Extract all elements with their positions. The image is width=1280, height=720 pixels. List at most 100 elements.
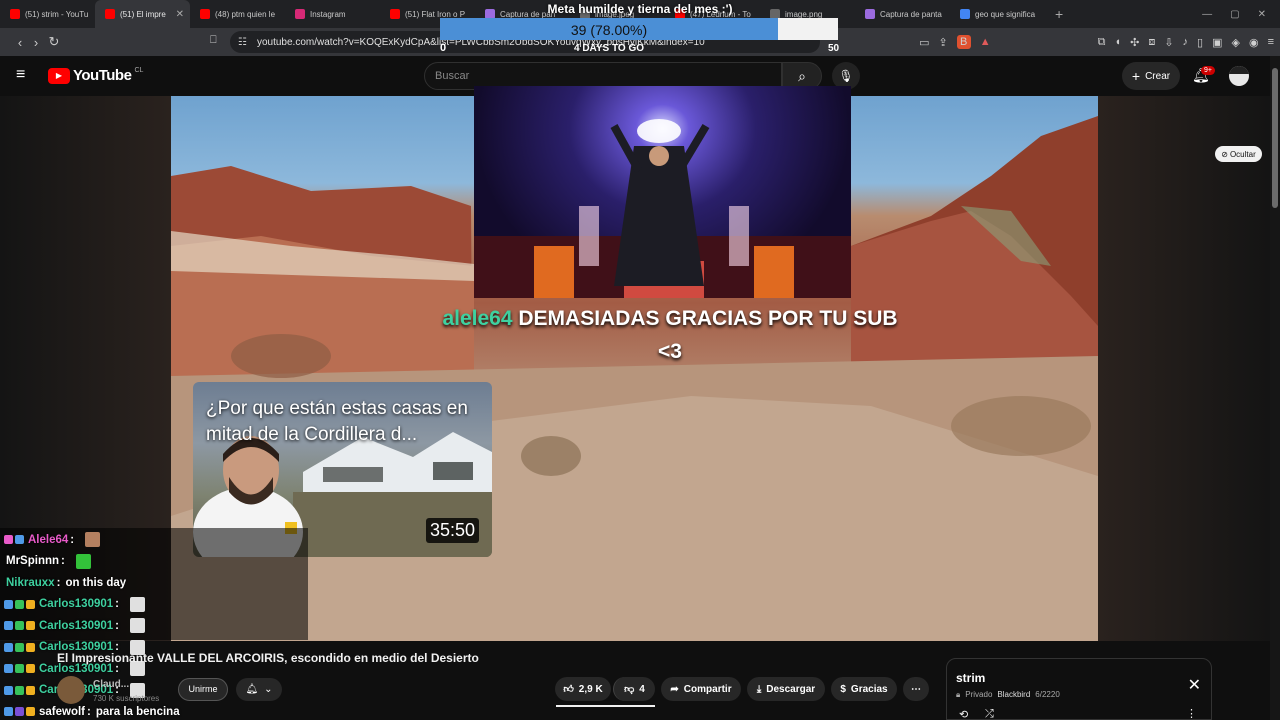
chat-separator: : — [115, 619, 120, 632]
subscription-bell-button[interactable]: 🔔︎ ⌄ — [236, 678, 282, 701]
close-tab-icon[interactable]: ✕ — [176, 9, 184, 20]
browser-tab[interactable]: Instagram — [285, 0, 380, 28]
chat-badge-icon — [26, 707, 35, 716]
chat-username[interactable]: Carlos130901 — [39, 620, 113, 632]
browser-tab[interactable]: geo que significa — [950, 0, 1045, 28]
ambient-right — [1098, 96, 1270, 641]
channel-name[interactable]: Claud... — [93, 679, 129, 690]
maximize-icon[interactable]: ▢ — [1230, 9, 1239, 20]
download-icon[interactable]: ⇩ — [1164, 36, 1173, 49]
scrollbar-thumb[interactable] — [1272, 68, 1278, 208]
chat-badge-icon — [4, 621, 13, 630]
playlist-info: 🔒︎ Privado Blackbird 6/2220 — [956, 690, 1060, 700]
thanks-label: Gracias — [850, 683, 888, 695]
create-button[interactable]: + Crear — [1122, 62, 1180, 90]
extension-icon[interactable]: ✣ — [1130, 36, 1139, 49]
alert-heart: <3 — [658, 340, 682, 363]
chat-badge-icon — [15, 642, 24, 652]
tab-title: (51) strim - YouTu — [25, 9, 89, 19]
youtube-icon — [10, 9, 20, 19]
chat-username[interactable]: Carlos130901 — [39, 598, 113, 610]
goal-max: 50 — [828, 43, 840, 54]
channel-avatar[interactable] — [57, 676, 85, 704]
tab-title: (51) El impre — [120, 9, 166, 19]
chat-badge-icon — [15, 535, 24, 544]
like-button[interactable]: 👍︎ 2,9 K — [555, 677, 611, 701]
playlist-privacy: Privado — [965, 690, 993, 699]
chat-username[interactable]: MrSpinnn — [6, 555, 59, 567]
vpn-icon[interactable]: ◈ — [1232, 36, 1240, 49]
sidebar-icon[interactable]: ▯ — [1197, 36, 1203, 49]
chat-badge-icon — [26, 685, 35, 695]
menu-icon[interactable]: ≡ — [1268, 36, 1274, 48]
chat-separator: : — [70, 533, 75, 546]
new-tab-button[interactable]: + — [1045, 6, 1073, 22]
puzzle-icon[interactable]: ⧈ — [1148, 36, 1155, 49]
share-label: Compartir — [683, 683, 732, 695]
rewards-icon[interactable]: ▲ — [980, 36, 991, 48]
chat-message: Carlos130901 : — [4, 615, 146, 636]
page-scrollbar[interactable] — [1270, 56, 1280, 720]
subscriber-count: 730 K suscriptores — [93, 694, 160, 703]
profile-icon[interactable]: ◉ — [1249, 36, 1259, 49]
thanks-button[interactable]: $ Gracias — [831, 677, 897, 701]
site-settings-icon[interactable]: ☷ — [238, 37, 247, 48]
translate-icon[interactable]: ⧉ — [1098, 36, 1106, 49]
goal-title: Meta humilde y tierna del mes :') — [547, 2, 733, 16]
user-avatar[interactable] — [1229, 66, 1249, 86]
close-icon[interactable]: ✕ — [1188, 675, 1201, 695]
bookmark-icon[interactable]: ⎕ — [210, 34, 217, 47]
chat-badge-icon — [26, 599, 35, 609]
video-title: El Impresionante VALLE DEL ARCOIRIS, esc… — [57, 651, 479, 665]
loop-icon[interactable]: ⟲ — [959, 708, 968, 720]
chat-badge-icon — [26, 642, 35, 652]
extensions-area: ▭ ⇪ B ▲ ⧉ ◖ ✣ ⧈ ⇩ ♪ ▯ ▣ ◈ ◉ ≡ — [919, 28, 1274, 56]
brave-shield-icon[interactable]: B — [956, 35, 971, 49]
hide-overlay-button[interactable]: ⊘ Ocultar — [1215, 146, 1262, 162]
share-page-icon[interactable]: ⇪ — [938, 36, 947, 49]
playlist-panel: strim 🔒︎ Privado Blackbird 6/2220 ✕ ⟲ ⤮ … — [946, 658, 1212, 720]
cast-icon[interactable]: ▭ — [919, 36, 929, 49]
chat-username[interactable]: safewolf — [39, 706, 85, 718]
browser-tab[interactable]: (51) strim - YouTu — [0, 0, 95, 28]
join-button[interactable]: Unirme — [178, 678, 228, 701]
chat-badge-icon — [4, 535, 13, 544]
chat-username[interactable]: Nikrauxx — [6, 577, 55, 589]
chat-badge-icon — [15, 707, 24, 716]
reload-icon[interactable]: ↻ — [40, 34, 68, 50]
chat-badge-icon — [4, 707, 13, 716]
browser-tab[interactable]: (48) ptm quien le — [190, 0, 285, 28]
shuffle-icon[interactable]: ⤮ — [985, 708, 994, 720]
audio-icon[interactable]: ◖ — [1114, 36, 1121, 48]
music-icon[interactable]: ♪ — [1183, 36, 1189, 48]
chat-badge-icon — [4, 599, 13, 609]
chat-message: MrSpinnn : — [4, 551, 91, 572]
dislike-button[interactable]: 👎︎ 4 — [613, 677, 655, 701]
playlist-menu-icon[interactable]: ⋮ — [1186, 707, 1197, 720]
chat-message: Alele64 : — [4, 529, 101, 550]
more-actions-button[interactable]: ⋯ — [903, 677, 929, 701]
chat-text: on this day — [65, 576, 127, 589]
download-button[interactable]: ⤓ Descargar — [747, 677, 825, 701]
browser-tab[interactable]: (51) El impre ✕ — [95, 0, 190, 28]
window-controls: — ▢ ✕ — [1202, 9, 1280, 20]
share-button[interactable]: ➦ Compartir — [661, 677, 741, 701]
hamburger-menu-icon[interactable]: ≡ — [16, 66, 25, 84]
logo-text: YouTube — [73, 67, 132, 84]
chat-separator: : — [87, 705, 91, 718]
chat-emote-icon — [85, 532, 101, 547]
playlist-title[interactable]: strim — [956, 671, 985, 685]
wallet-icon[interactable]: ▣ — [1212, 36, 1222, 49]
country-code: CL — [134, 67, 144, 74]
search-placeholder: Buscar — [435, 70, 470, 82]
close-window-icon[interactable]: ✕ — [1258, 9, 1266, 20]
chat-message: safewolf : para la bencina — [4, 701, 180, 720]
goal-days-left: 4 DAYS TO GO — [573, 43, 645, 54]
youtube-logo[interactable]: ▶ YouTube CL — [48, 67, 143, 84]
chat-username[interactable]: Alele64 — [28, 534, 68, 546]
browser-tab[interactable]: Captura de panta — [855, 0, 950, 28]
plus-icon: + — [1131, 68, 1141, 84]
minimize-icon[interactable]: — — [1202, 9, 1212, 20]
youtube-icon — [390, 9, 400, 19]
play-logo-icon: ▶ — [48, 67, 70, 84]
